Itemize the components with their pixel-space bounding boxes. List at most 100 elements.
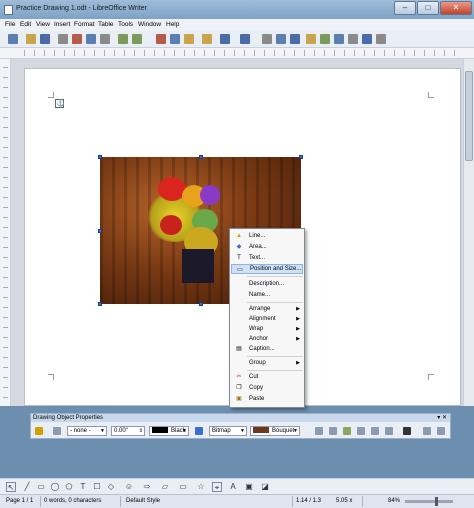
- spin-icon: ⇕: [138, 428, 143, 434]
- zoom-slider[interactable]: [405, 497, 453, 506]
- cut-icon[interactable]: [156, 34, 166, 44]
- menu-help[interactable]: Help: [166, 21, 179, 28]
- menu-file[interactable]: File: [5, 21, 15, 28]
- ctx-wrap[interactable]: Wrap ▶: [231, 324, 303, 334]
- new-document-icon[interactable]: [8, 34, 18, 44]
- line-icon[interactable]: [35, 427, 43, 435]
- ctx-arrange[interactable]: Arrange ▶: [231, 304, 303, 314]
- nonprinting-chars-icon[interactable]: [348, 34, 358, 44]
- vertical-scrollbar[interactable]: [463, 59, 474, 406]
- select-icon[interactable]: ↖: [6, 482, 16, 492]
- menu-insert[interactable]: Insert: [54, 21, 70, 28]
- fontwork-icon[interactable]: A: [228, 482, 238, 492]
- undo-icon[interactable]: [220, 34, 230, 44]
- from-file-icon[interactable]: ▣: [244, 482, 254, 492]
- vertical-ruler[interactable]: [0, 59, 11, 406]
- ctx-position-and-size[interactable]: ▭ Position and Size...: [231, 264, 303, 274]
- minimize-button[interactable]: –: [394, 1, 416, 15]
- bring-forward-icon[interactable]: [385, 427, 393, 435]
- copy-icon[interactable]: [170, 34, 180, 44]
- arrow-style-icon[interactable]: [53, 427, 61, 435]
- ctx-caption[interactable]: ▤ Caption...: [231, 344, 303, 354]
- rectangle-tool-icon[interactable]: ▭: [36, 482, 46, 492]
- ctx-text[interactable]: T Text...: [231, 253, 303, 263]
- resize-handle[interactable]: [199, 302, 203, 306]
- page-style[interactable]: Default Style: [126, 498, 160, 504]
- line-width-field[interactable]: 0.00" ⇕: [111, 426, 145, 436]
- autospell-icon[interactable]: [132, 34, 142, 44]
- ctx-paste[interactable]: ▣ Paste: [231, 394, 303, 404]
- data-sources-icon[interactable]: [334, 34, 344, 44]
- ctx-anchor[interactable]: Anchor ▶: [231, 334, 303, 344]
- print-icon[interactable]: [86, 34, 96, 44]
- wrap-right-icon[interactable]: [371, 427, 379, 435]
- close-button[interactable]: ✕: [440, 1, 472, 15]
- print-preview-icon[interactable]: [100, 34, 110, 44]
- ctx-cut[interactable]: ✂ Cut: [231, 372, 303, 382]
- anchor-icon[interactable]: [403, 427, 411, 435]
- ctx-description[interactable]: Description...: [231, 279, 303, 289]
- ctx-area[interactable]: ◆ Area...: [231, 242, 303, 252]
- show-draw-functions-icon[interactable]: [290, 34, 300, 44]
- group-icon[interactable]: [423, 427, 431, 435]
- area-icon[interactable]: [195, 427, 203, 435]
- ctx-alignment[interactable]: Alignment ▶: [231, 314, 303, 324]
- wrap-off-icon[interactable]: [329, 427, 337, 435]
- paste-icon[interactable]: [184, 34, 194, 44]
- line-tool-icon[interactable]: ╱: [22, 482, 32, 492]
- navigator-icon[interactable]: [306, 34, 316, 44]
- menu-tools[interactable]: Tools: [118, 21, 133, 28]
- basic-shapes-icon[interactable]: ◇: [106, 482, 116, 492]
- points-icon[interactable]: ⌖: [212, 482, 222, 492]
- menu-window[interactable]: Window: [138, 21, 161, 28]
- resize-handle[interactable]: [98, 229, 102, 233]
- polygon-tool-icon[interactable]: ⬠: [64, 482, 74, 492]
- resize-handle[interactable]: [98, 155, 102, 159]
- rotate-icon[interactable]: [315, 427, 323, 435]
- menu-view[interactable]: View: [36, 21, 50, 28]
- gallery-icon[interactable]: [320, 34, 330, 44]
- resize-handle[interactable]: [199, 155, 203, 159]
- ctx-line[interactable]: ▲ Line...: [231, 231, 303, 241]
- symbol-shapes-icon[interactable]: ☺: [124, 482, 134, 492]
- help-icon[interactable]: [376, 34, 386, 44]
- open-icon[interactable]: [26, 34, 36, 44]
- close-icon[interactable]: ▾ ✕: [437, 414, 447, 422]
- extrusion-icon[interactable]: ◪: [260, 482, 270, 492]
- spellcheck-icon[interactable]: [118, 34, 128, 44]
- anchor-icon[interactable]: ⚓: [55, 99, 65, 108]
- horizontal-ruler[interactable]: [0, 48, 474, 59]
- export-pdf-icon[interactable]: [72, 34, 82, 44]
- ctx-name[interactable]: Name...: [231, 290, 303, 300]
- menu-edit[interactable]: Edit: [20, 21, 31, 28]
- maximize-button[interactable]: □: [417, 1, 439, 15]
- menu-format[interactable]: Format: [74, 21, 95, 28]
- ungroup-icon[interactable]: [437, 427, 445, 435]
- block-arrows-icon[interactable]: ⇨: [142, 482, 152, 492]
- stars-icon[interactable]: ☆: [196, 482, 206, 492]
- hyperlink-icon[interactable]: [262, 34, 272, 44]
- wrap-left-icon[interactable]: [357, 427, 365, 435]
- arrow-style-select[interactable]: - none - ▼: [67, 426, 107, 436]
- edit-file-icon[interactable]: [58, 34, 68, 44]
- clone-formatting-icon[interactable]: [202, 34, 212, 44]
- ctx-group[interactable]: Group ▶: [231, 358, 303, 368]
- text-tool-icon[interactable]: T: [78, 482, 88, 492]
- line-color-select[interactable]: Black ▼: [149, 426, 189, 436]
- zoom-level[interactable]: 84%: [388, 498, 400, 504]
- area-style-select[interactable]: Bitmap ▼: [209, 426, 247, 436]
- ellipse-tool-icon[interactable]: ◯: [50, 482, 60, 492]
- callouts-icon[interactable]: ▭: [178, 482, 188, 492]
- area-fill-select[interactable]: Bouquet ▼: [250, 426, 300, 436]
- ctx-copy[interactable]: ❐ Copy: [231, 383, 303, 393]
- wrap-page-icon[interactable]: [343, 427, 351, 435]
- resize-handle[interactable]: [98, 302, 102, 306]
- redo-icon[interactable]: [240, 34, 250, 44]
- save-icon[interactable]: [40, 34, 50, 44]
- zoom-icon[interactable]: [362, 34, 372, 44]
- menu-table[interactable]: Table: [98, 21, 114, 28]
- table-icon[interactable]: [276, 34, 286, 44]
- callout-tool-icon[interactable]: ☐: [92, 482, 102, 492]
- flowchart-icon[interactable]: ▱: [160, 482, 170, 492]
- resize-handle[interactable]: [299, 155, 303, 159]
